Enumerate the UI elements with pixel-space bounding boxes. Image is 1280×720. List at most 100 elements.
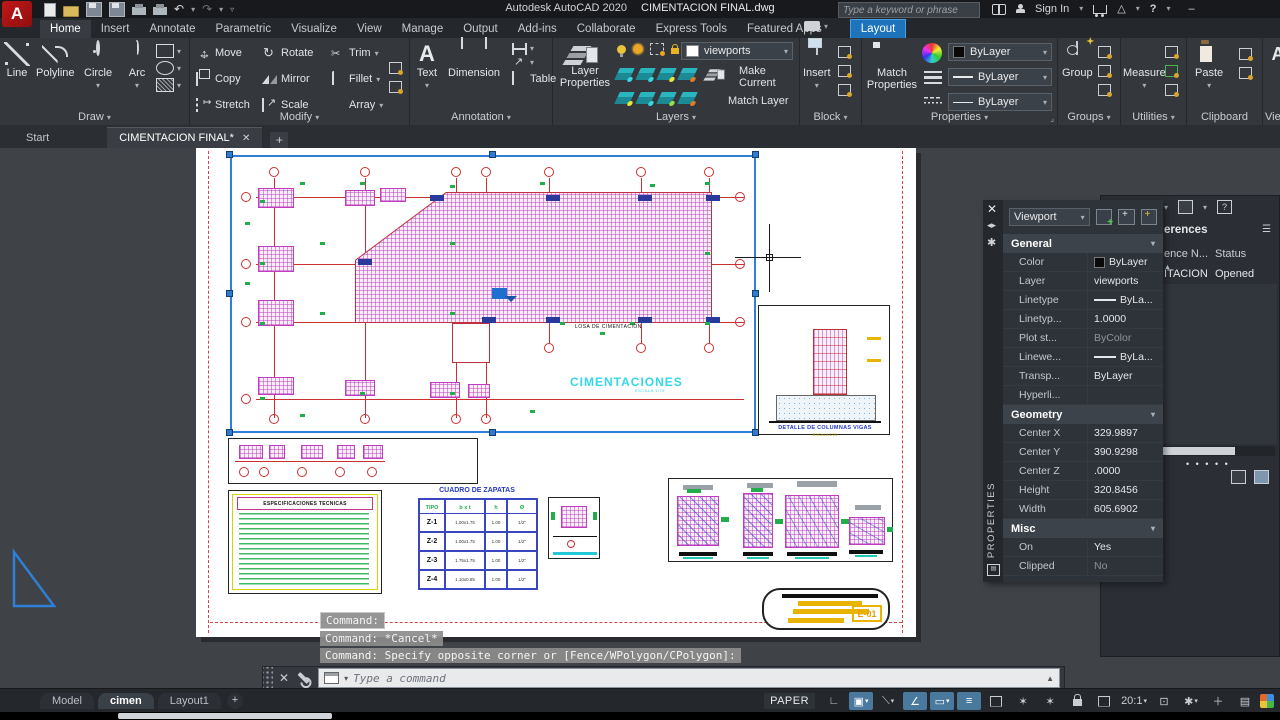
group-manager-icon[interactable] [1098,84,1111,96]
qat-customize-icon[interactable]: ▿ [230,5,234,14]
quick-select-icon[interactable] [1141,209,1157,225]
command-customize-icon[interactable] [298,672,310,684]
ribbon-tab[interactable]: Visualize [281,20,347,38]
insert-button[interactable]: Insert▾ [803,42,831,92]
clipboard-panel-label[interactable]: Clipboard [1187,111,1262,123]
layer-vp-freeze-icon[interactable] [650,43,664,55]
search-input[interactable]: Type a keyword or phrase [838,2,980,18]
redo-icon[interactable]: ↷ [202,3,212,16]
close-icon[interactable]: ✕ [987,202,997,216]
isolate-objects-icon[interactable] [1092,692,1116,710]
polyline-button[interactable]: Polyline [36,42,75,79]
layer-merge-icon[interactable] [656,92,677,104]
command-close-icon[interactable]: ✕ [279,671,289,685]
color-wheel[interactable] [922,43,942,63]
close-tab-icon[interactable]: ✕ [242,133,250,144]
section-misc[interactable]: Misc▾ [1003,519,1163,538]
help-icon[interactable]: ? [1150,3,1157,15]
viewport-grip[interactable] [226,290,233,297]
redo-dropdown-icon[interactable]: ▾ [219,5,223,14]
performance-brand-icon[interactable] [1260,694,1274,708]
viewport-grip[interactable] [752,151,759,158]
layer-dropdown[interactable]: viewports▾ [681,42,793,60]
viewport-border[interactable] [230,155,756,433]
attach-dropdown-icon[interactable]: ▾ [1164,203,1168,212]
minimize-icon[interactable]: – [1189,3,1195,15]
ribbon-tab[interactable]: Home [40,20,91,38]
paper-model-toggle[interactable]: PAPER [764,693,815,709]
command-input[interactable]: ▾ Type a command ▲ [318,668,1060,688]
new-layout-button[interactable]: + [227,693,243,709]
explode-icon[interactable] [389,62,402,74]
viewport-grip[interactable] [489,151,496,158]
print-icon[interactable] [153,7,167,15]
new-tab-button[interactable]: + [270,132,288,148]
layer-delete-icon[interactable] [677,92,698,104]
layer-isolate-icon[interactable] [614,68,635,80]
object-type-dropdown[interactable]: Viewport▾ [1009,208,1090,226]
line-button[interactable]: Line [4,42,30,79]
help-dropdown-icon[interactable]: ▾ [1166,4,1170,13]
refresh-icon[interactable] [1178,200,1193,214]
save-icon[interactable] [86,2,102,17]
xref-list-area[interactable] [1159,284,1277,444]
layers-panel-label[interactable]: Layers ▾ [553,111,799,123]
layer-walk-icon[interactable] [614,92,635,104]
circle-button[interactable]: Circle▾ [84,42,112,92]
app-menu-button[interactable]: A [2,1,32,27]
ribbon-tab[interactable]: Annotate [139,20,205,38]
undo-icon[interactable]: ↶ [174,3,184,16]
toggle-pickadd-icon[interactable] [1096,209,1112,225]
viewport-grip[interactable] [226,151,233,158]
ungroup-icon[interactable] [1098,46,1111,58]
block-panel-label[interactable]: Block ▾ [800,111,861,123]
object-color-dropdown[interactable]: ByLayer▾ [948,43,1052,61]
alert-icon[interactable]: △ [1117,2,1125,15]
select-all-icon[interactable] [1165,65,1178,77]
refresh-dropdown-icon[interactable]: ▾ [1203,203,1207,212]
user-icon[interactable] [1016,4,1025,13]
group-button[interactable]: Group [1062,42,1093,79]
section-geometry[interactable]: Geometry▾ [1003,405,1163,424]
groups-panel-label[interactable]: Groups ▾ [1058,111,1120,123]
layer-off-icon[interactable] [677,68,698,80]
model-tab[interactable]: Model [40,693,94,709]
customization-gear-icon[interactable]: ✱▾ [1179,692,1203,710]
snap-icon[interactable]: ▣▾ [849,692,873,710]
annotation-visibility-icon[interactable]: ✶ [1011,692,1035,710]
alert-dropdown-icon[interactable]: ▾ [1136,4,1140,13]
view-tool[interactable]: A [1265,42,1280,66]
dimension-button[interactable]: Dimension [448,42,500,79]
drawing-area[interactable]: LOSA DE CIMENTACION CIMENTACIONES ESCALA… [0,148,1280,690]
trim-button[interactable]: Trim▾ [330,44,379,62]
palette-settings-gear-icon[interactable]: ✱ [987,236,996,249]
object-snap-icon[interactable]: ▭▾ [930,692,954,710]
ellipse-tool[interactable]: ▾ [156,61,181,75]
cut-icon[interactable] [1239,48,1252,60]
ribbon-tab[interactable]: Layout [850,19,907,38]
layer-thaw-icon[interactable] [633,44,643,54]
select-objects-icon[interactable] [1118,209,1134,225]
file-tab-start[interactable]: Start [14,128,61,148]
command-expand-icon[interactable]: ▲ [1046,674,1054,683]
quick-select-icon[interactable] [1165,46,1178,58]
layer-properties-button[interactable]: Layer Properties [559,42,611,89]
ribbon-tab[interactable]: Parametric [206,20,282,38]
layout-tab-cimen[interactable]: cimen [98,693,154,709]
save-as-icon[interactable] [109,2,125,17]
lock-ui-icon[interactable] [1065,692,1089,710]
move-button[interactable]: Move [196,44,242,62]
sign-in-link[interactable]: Sign In [1035,3,1069,15]
selection-cycling-icon[interactable] [984,692,1008,710]
section-general[interactable]: General▾ [1003,234,1163,253]
polar-tracking-icon[interactable]: ∠ [903,692,927,710]
edit-block-icon[interactable] [838,65,851,77]
palette-bottom-icon[interactable]: ▤ [987,564,1000,576]
lineweight-dropdown[interactable]: ByLayer▾ [948,68,1052,86]
list-view-icon[interactable]: ☰ [1262,224,1271,235]
match-layer-button[interactable]: Match Layer [709,92,789,110]
arc-button[interactable]: Arc▾ [124,42,150,92]
modify-panel-label[interactable]: Modify ▾ [190,111,409,123]
help-icon[interactable]: ? [1217,200,1232,214]
linetype-dropdown[interactable]: ByLayer▾ [948,93,1052,111]
